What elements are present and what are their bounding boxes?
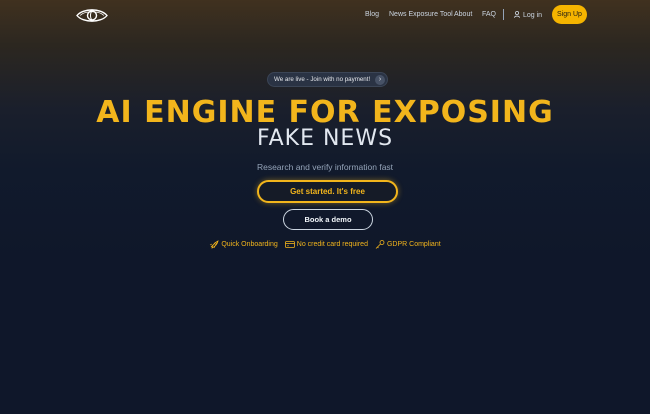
nav-link-faq[interactable]: FAQ <box>482 11 496 18</box>
feature-gdpr-compliant: GDPR Compliant <box>375 240 441 249</box>
user-icon <box>514 10 520 18</box>
top-navigation: Blog News Exposure Tool About FAQ Log in… <box>0 0 650 30</box>
announcement-pill[interactable]: We are live - Join with no payment! › <box>267 72 388 87</box>
signup-button[interactable]: Sign Up <box>552 5 587 24</box>
chevron-right-icon[interactable]: › <box>375 74 385 85</box>
feature-no-credit-card: No credit card required <box>284 240 368 249</box>
credit-card-icon <box>284 241 295 248</box>
nav-divider <box>503 9 504 20</box>
hero-headline: AI ENGINE FOR EXPOSING <box>96 95 554 130</box>
login-link[interactable]: Log in <box>514 10 543 19</box>
feature-label: GDPR Compliant <box>386 241 441 248</box>
feature-list: Quick Onboarding No credit card required… <box>0 240 650 249</box>
feature-label: No credit card required <box>296 241 368 248</box>
login-label: Log in <box>523 12 543 19</box>
feature-label: Quick Onboarding <box>221 241 278 248</box>
nav-link-about[interactable]: About <box>454 11 472 18</box>
nav-link-blog[interactable]: Blog <box>365 11 379 18</box>
eye-logo-icon[interactable] <box>76 7 108 24</box>
announcement-text: We are live - Join with no payment! <box>274 76 371 83</box>
hero-tagline: Research and verify information fast <box>256 162 394 172</box>
rocket-icon <box>210 240 219 249</box>
nav-link-news-exposure-tool[interactable]: News Exposure Tool <box>389 11 453 18</box>
book-demo-button[interactable]: Book a demo <box>283 209 373 230</box>
hero-subheadline: FAKE NEWS <box>256 126 394 151</box>
key-icon <box>375 240 385 249</box>
feature-quick-onboarding: Quick Onboarding <box>209 240 278 249</box>
get-started-button[interactable]: Get started. It's free <box>257 180 398 203</box>
